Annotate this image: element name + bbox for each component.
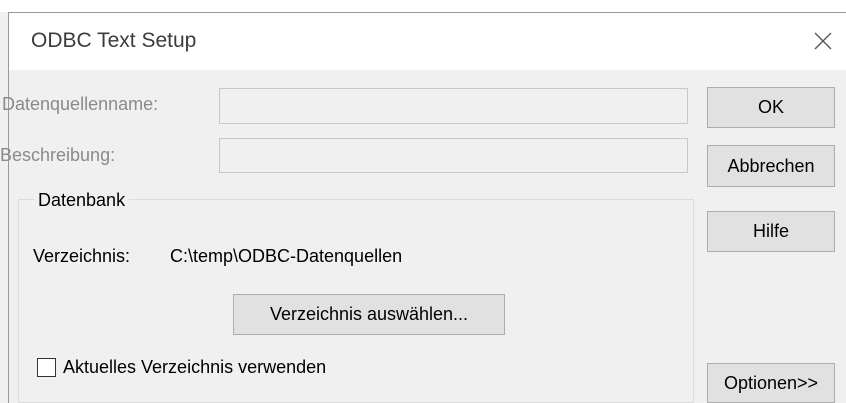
use-current-directory-checkbox[interactable] <box>37 358 56 377</box>
ok-button[interactable]: OK <box>707 87 835 128</box>
title-bar[interactable]: ODBC Text Setup <box>9 13 846 70</box>
use-current-directory-label[interactable]: Aktuelles Verzeichnis verwenden <box>63 357 326 378</box>
select-directory-button[interactable]: Verzeichnis auswählen... <box>233 294 505 335</box>
directory-label: Verzeichnis: <box>33 246 131 266</box>
data-source-name-label: Datenquellenname: <box>2 94 159 114</box>
options-button[interactable]: Optionen>> <box>707 363 835 403</box>
description-input[interactable] <box>219 138 688 173</box>
dialog-title: ODBC Text Setup <box>31 29 197 52</box>
description-label: Beschreibung: <box>0 145 116 165</box>
database-group-legend: Datenbank <box>34 190 130 211</box>
help-button[interactable]: Hilfe <box>707 211 835 252</box>
background-window-strip <box>0 0 846 12</box>
close-icon <box>814 32 832 50</box>
data-source-name-input[interactable] <box>219 88 688 124</box>
directory-value: C:\temp\ODBC-Datenquellen <box>170 246 403 266</box>
cancel-button[interactable]: Abbrechen <box>707 145 835 187</box>
screen: ODBC Text Setup Datenquellenname: Beschr… <box>0 0 846 403</box>
close-button[interactable] <box>800 13 846 70</box>
